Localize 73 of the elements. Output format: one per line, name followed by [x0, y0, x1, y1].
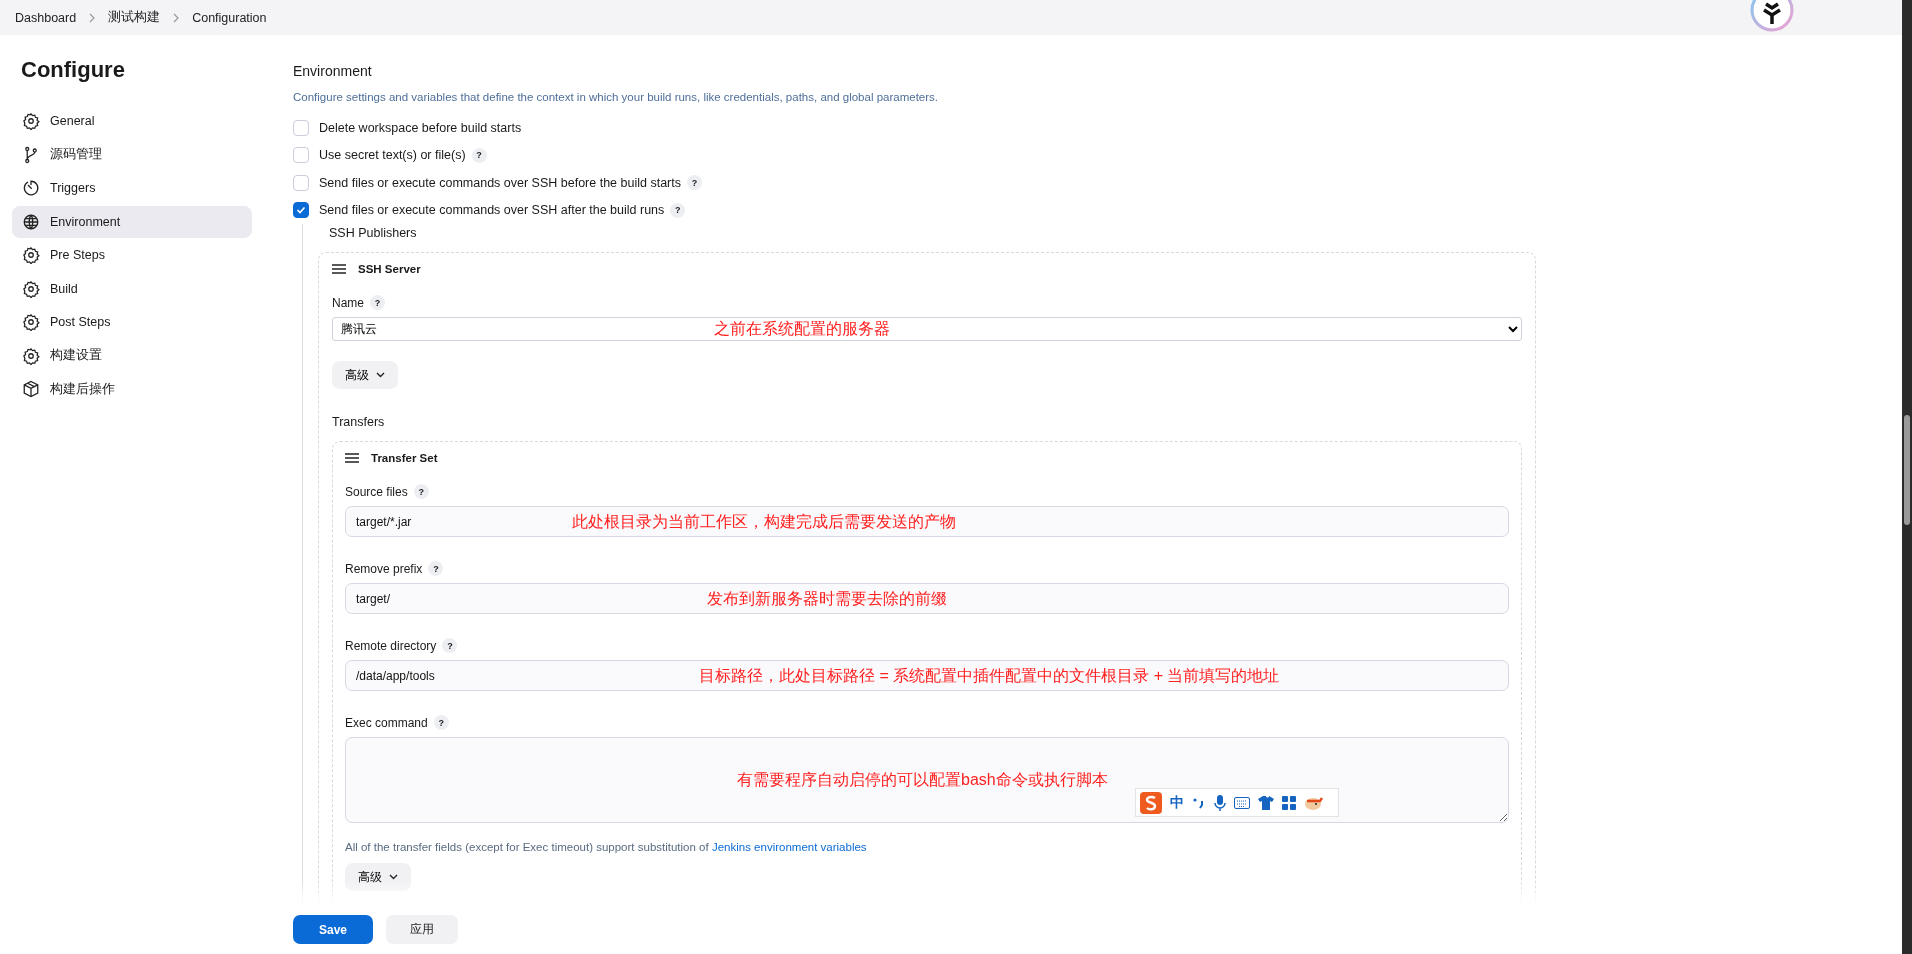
sidebar-item[interactable]: General — [12, 105, 252, 137]
breadcrumb-link[interactable]: Dashboard — [15, 10, 77, 25]
annotation-text: 目标路径，此处目标路径 = 系统配置中插件配置中的文件根目录 + 当前填写的地址 — [699, 665, 1280, 686]
sidebar-item[interactable]: 构建设置 — [12, 339, 252, 372]
drag-handle-icon[interactable] — [345, 453, 359, 463]
help-icon[interactable]: ? — [413, 484, 429, 499]
caret-icon — [389, 874, 398, 880]
advanced-button[interactable]: 高级 — [332, 361, 398, 389]
sidebar-item[interactable]: 源码管理 — [12, 138, 252, 171]
checkbox[interactable] — [293, 202, 309, 219]
help-icon[interactable]: ? — [370, 295, 385, 310]
annotation-text: 发布到新服务器时需要去除的前缀 — [707, 588, 947, 609]
transfers-label: Transfers — [332, 415, 386, 429]
gear-icon — [22, 279, 40, 298]
caret-icon — [376, 372, 385, 378]
gear-icon — [22, 346, 40, 365]
apply-button[interactable]: 应用 — [386, 915, 459, 944]
field-label: Name — [332, 295, 364, 310]
publishers-label: SSH Publishers — [329, 226, 418, 240]
field-label: Remote directory — [345, 638, 437, 653]
shirt-icon[interactable] — [1258, 795, 1274, 810]
chevron-icon — [172, 12, 181, 23]
drag-handle-icon[interactable] — [332, 264, 346, 274]
save-button[interactable]: Save — [293, 915, 374, 944]
help-icon[interactable]: ? — [442, 638, 458, 653]
breadcrumb-link[interactable]: 测试构建 — [108, 9, 161, 26]
scrollbar[interactable] — [1902, 0, 1912, 954]
field-label: Source files — [345, 484, 408, 499]
timer-icon — [22, 179, 40, 197]
section-title: Environment — [293, 63, 373, 79]
help-icon[interactable]: ? — [670, 202, 686, 218]
help-link[interactable]: Jenkins environment variables — [711, 841, 867, 853]
grid-icon[interactable] — [1282, 795, 1296, 810]
field-label: Remove prefix — [345, 561, 423, 576]
keyboard-icon[interactable] — [1234, 796, 1250, 809]
sidebar-item[interactable]: Build — [12, 272, 252, 305]
help-icon[interactable]: ? — [433, 715, 449, 730]
card-title: SSH Server — [358, 263, 421, 275]
card-title: Transfer Set — [371, 452, 438, 464]
ime-logo-icon[interactable] — [1140, 791, 1162, 814]
package-icon — [22, 380, 40, 398]
gear-icon — [22, 246, 40, 264]
help-icon[interactable]: ? — [687, 175, 702, 191]
checkbox-label[interactable]: Use secret text(s) or file(s) — [319, 148, 466, 163]
logo-icon[interactable] — [1750, 0, 1794, 32]
ime-mode[interactable]: 中 — [1170, 793, 1184, 812]
annotation-text: 此处根目录为当前工作区，构建完成后需要发送的产物 — [572, 511, 956, 532]
help-note: All of the transfer fields (except for Exec timeout) support substitution of Jenkins environment variables — [345, 841, 868, 853]
checkbox-label[interactable]: Send files or execute commands over SSH after the build runs — [319, 203, 665, 218]
checkbox-label[interactable]: Send files or execute commands over SSH before the build starts — [319, 175, 681, 190]
microphone-icon[interactable] — [1214, 794, 1226, 811]
help-icon[interactable]: ? — [471, 147, 487, 163]
help-icon[interactable]: ? — [428, 561, 444, 576]
field-label: Exec command — [345, 715, 428, 730]
chevron-icon — [88, 12, 97, 23]
checkmark-icon — [296, 205, 306, 216]
sidebar-item[interactable]: 构建后操作 — [12, 373, 252, 405]
annotation-text: 有需要程序自动启停的可以配置bash命令或执行脚本 — [737, 769, 1108, 790]
sidebar-item[interactable]: Environment — [12, 205, 252, 238]
section-description: Configure settings and variables that define the context in which your build runs, like credentials, paths, and global parameters. — [293, 91, 939, 103]
sidebar-item[interactable]: Post Steps — [12, 306, 252, 338]
breadcrumb-link[interactable]: Configuration — [192, 10, 267, 25]
globe-icon — [22, 212, 40, 231]
gear-icon — [22, 112, 40, 130]
checkbox-label[interactable]: Delete workspace before build starts — [319, 120, 522, 135]
branch-icon — [22, 145, 40, 164]
command-textarea[interactable] — [345, 737, 1509, 823]
page-title: Configure — [21, 57, 126, 83]
gear-icon — [22, 313, 40, 331]
sidebar-item[interactable]: Triggers — [12, 172, 252, 204]
advanced-button[interactable]: 高级 — [345, 863, 411, 891]
sidebar-item[interactable]: Pre Steps — [12, 239, 252, 271]
annotation-text: 之前在系统配置的服务器 — [714, 318, 890, 339]
